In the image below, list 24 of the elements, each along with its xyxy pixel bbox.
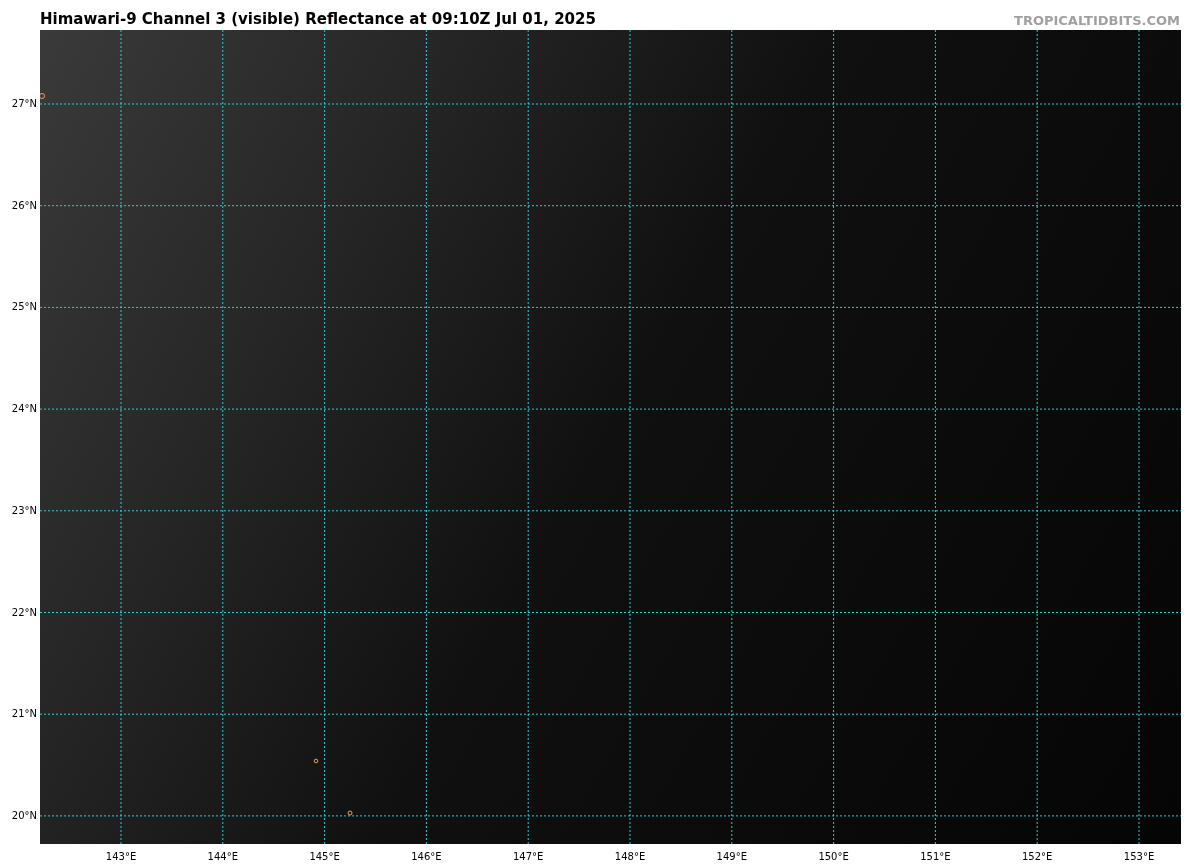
chart-title: Himawari-9 Channel 3 (visible) Reflectance at 09:10Z Jul 01, 2025 [40, 12, 596, 27]
latitude-label: 26°N [11, 200, 37, 211]
latitude-label: 20°N [11, 810, 37, 821]
island-marker-icon [347, 810, 353, 816]
longitude-label: 150°E [818, 852, 849, 862]
latitude-label: 22°N [11, 607, 37, 618]
longitude-label: 153°E [1123, 852, 1155, 862]
longitude-label: 145°E [309, 852, 340, 862]
longitude-label: 151°E [920, 852, 951, 862]
longitude-label: 148°E [614, 852, 646, 862]
longitude-label: 147°E [513, 852, 544, 862]
latitude-label: 25°N [11, 302, 37, 313]
island-marker-icon [40, 93, 45, 99]
latitude-label: 21°N [11, 709, 37, 720]
latitude-label: 23°N [11, 505, 37, 516]
island-marker-icon [313, 758, 319, 764]
longitude-label: 144°E [207, 852, 238, 862]
site-credit: TROPICALTIDBITS.COM [1014, 14, 1180, 27]
latitude-label: 27°N [11, 99, 37, 109]
latitude-label: 24°N [11, 404, 37, 415]
longitude-label: 146°E [411, 852, 442, 862]
longitude-label: 152°E [1022, 852, 1053, 862]
longitude-label: 143°E [105, 852, 137, 862]
longitude-label: 149°E [716, 852, 747, 862]
